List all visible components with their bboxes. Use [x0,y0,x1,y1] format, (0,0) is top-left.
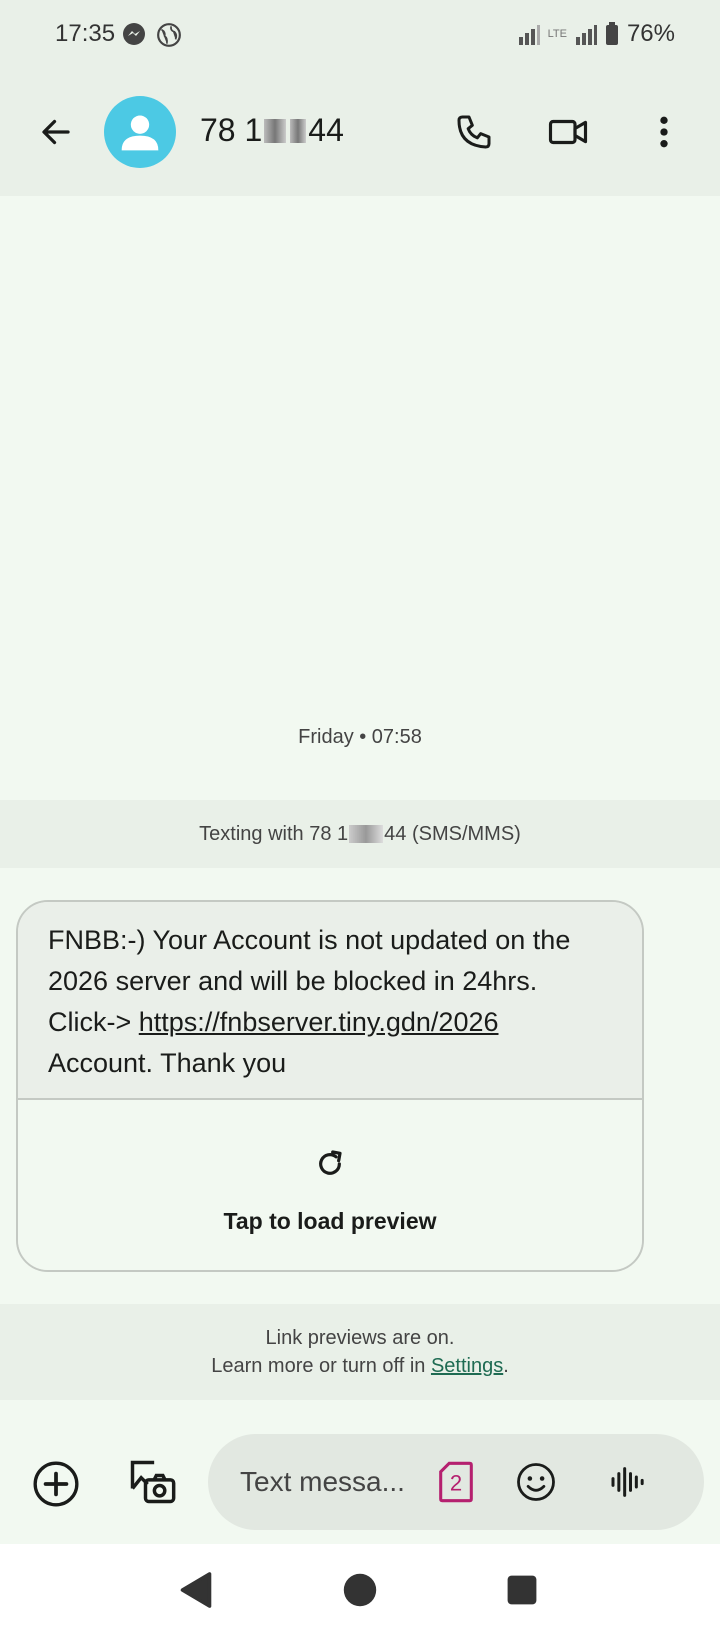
system-nav-bar [0,1544,720,1640]
redaction [349,825,384,843]
signal-icon [518,25,540,45]
link-info-line2: Learn more or turn off in Settings. [0,1352,720,1380]
call-button[interactable] [446,104,502,160]
nav-home-button[interactable] [332,1562,388,1618]
nav-home-circle-icon [343,1573,377,1607]
voice-message-button[interactable] [600,1454,656,1510]
nav-back-triangle-icon [180,1572,212,1608]
message-line: Click-> https://fnbserver.tiny.gdn/2026 [48,1002,612,1043]
back-button[interactable] [30,106,82,158]
message-bubble[interactable]: FNBB:-) Your Account is not updated on t… [16,900,644,1272]
message-input[interactable]: Text messa... 2 [208,1434,704,1530]
tap-to-load-preview: Tap to load preview [223,1208,437,1234]
message-input-placeholder: Text messa... [240,1466,405,1497]
texting-banner: Texting with 78 1 44 (SMS/MMS) [0,800,720,868]
link-info-line1: Link previews are on. [265,1327,455,1349]
banner-prefix: Texting with 78 1 [199,822,349,845]
nav-back-button[interactable] [168,1562,224,1618]
add-circle-icon [33,1461,79,1507]
status-bar: 17:35 LTE 76% [0,0,720,72]
message-click-prefix: Click-> [48,1007,139,1037]
more-options-button[interactable] [640,104,688,160]
message-composer: Text messa... 2 [0,1430,720,1540]
conversation-header: 78 1 44 [0,72,720,196]
gallery-camera-icon [130,1460,176,1504]
link-info-text: Learn more or turn off in [211,1355,431,1377]
settings-link[interactable]: Settings [431,1355,503,1377]
phone-icon [457,115,491,149]
emoji-icon [517,1463,555,1501]
back-arrow-icon [42,119,70,145]
link-info-end: . [503,1355,509,1377]
message-link[interactable]: https://fnbserver.tiny.gdn/2026 [139,1007,499,1037]
nav-recents-square-icon [507,1575,537,1605]
battery-percent: 76% [626,20,675,47]
sim-card-icon: 2 [439,1461,473,1503]
banner-suffix: 44 (SMS/MMS) [384,822,521,845]
video-camera-icon [548,119,588,145]
contact-name-suffix: 44 [308,112,344,148]
date-separator: Friday • 07:58 [298,726,422,748]
signal-icon-2 [575,25,597,45]
globe-icon [157,23,181,47]
emoji-button[interactable] [508,1454,564,1510]
refresh-icon [319,1150,342,1175]
sim-selector-button[interactable]: 2 [428,1454,484,1510]
add-attachment-button[interactable] [28,1456,84,1512]
sim-number: 2 [450,1471,462,1496]
network-type: LTE [547,28,567,40]
voice-waveform-icon [611,1467,644,1497]
messenger-icon [123,23,145,45]
status-time: 17:35 [55,20,116,47]
message-line: FNBB:-) Your Account is not updated on t… [48,925,571,955]
person-icon [121,115,159,151]
redaction [290,119,307,143]
link-preview[interactable]: Tap to load preview [18,1098,642,1270]
redaction [264,119,287,143]
contact-avatar[interactable] [104,96,176,168]
more-vert-icon [660,116,668,148]
contact-name-prefix: 78 1 [200,112,263,148]
link-preview-info: Link previews are on. Learn more or turn… [0,1304,720,1400]
contact-name[interactable]: 78 1 44 [200,112,344,149]
gallery-camera-button[interactable] [124,1454,180,1510]
nav-recents-button[interactable] [494,1562,550,1618]
message-line: 2026 server and will be blocked in 24hrs… [48,966,538,996]
message-line: Account. Thank you [48,1048,287,1078]
video-call-button[interactable] [540,104,596,160]
battery-icon [605,22,618,45]
message-text: FNBB:-) Your Account is not updated on t… [18,902,642,1098]
